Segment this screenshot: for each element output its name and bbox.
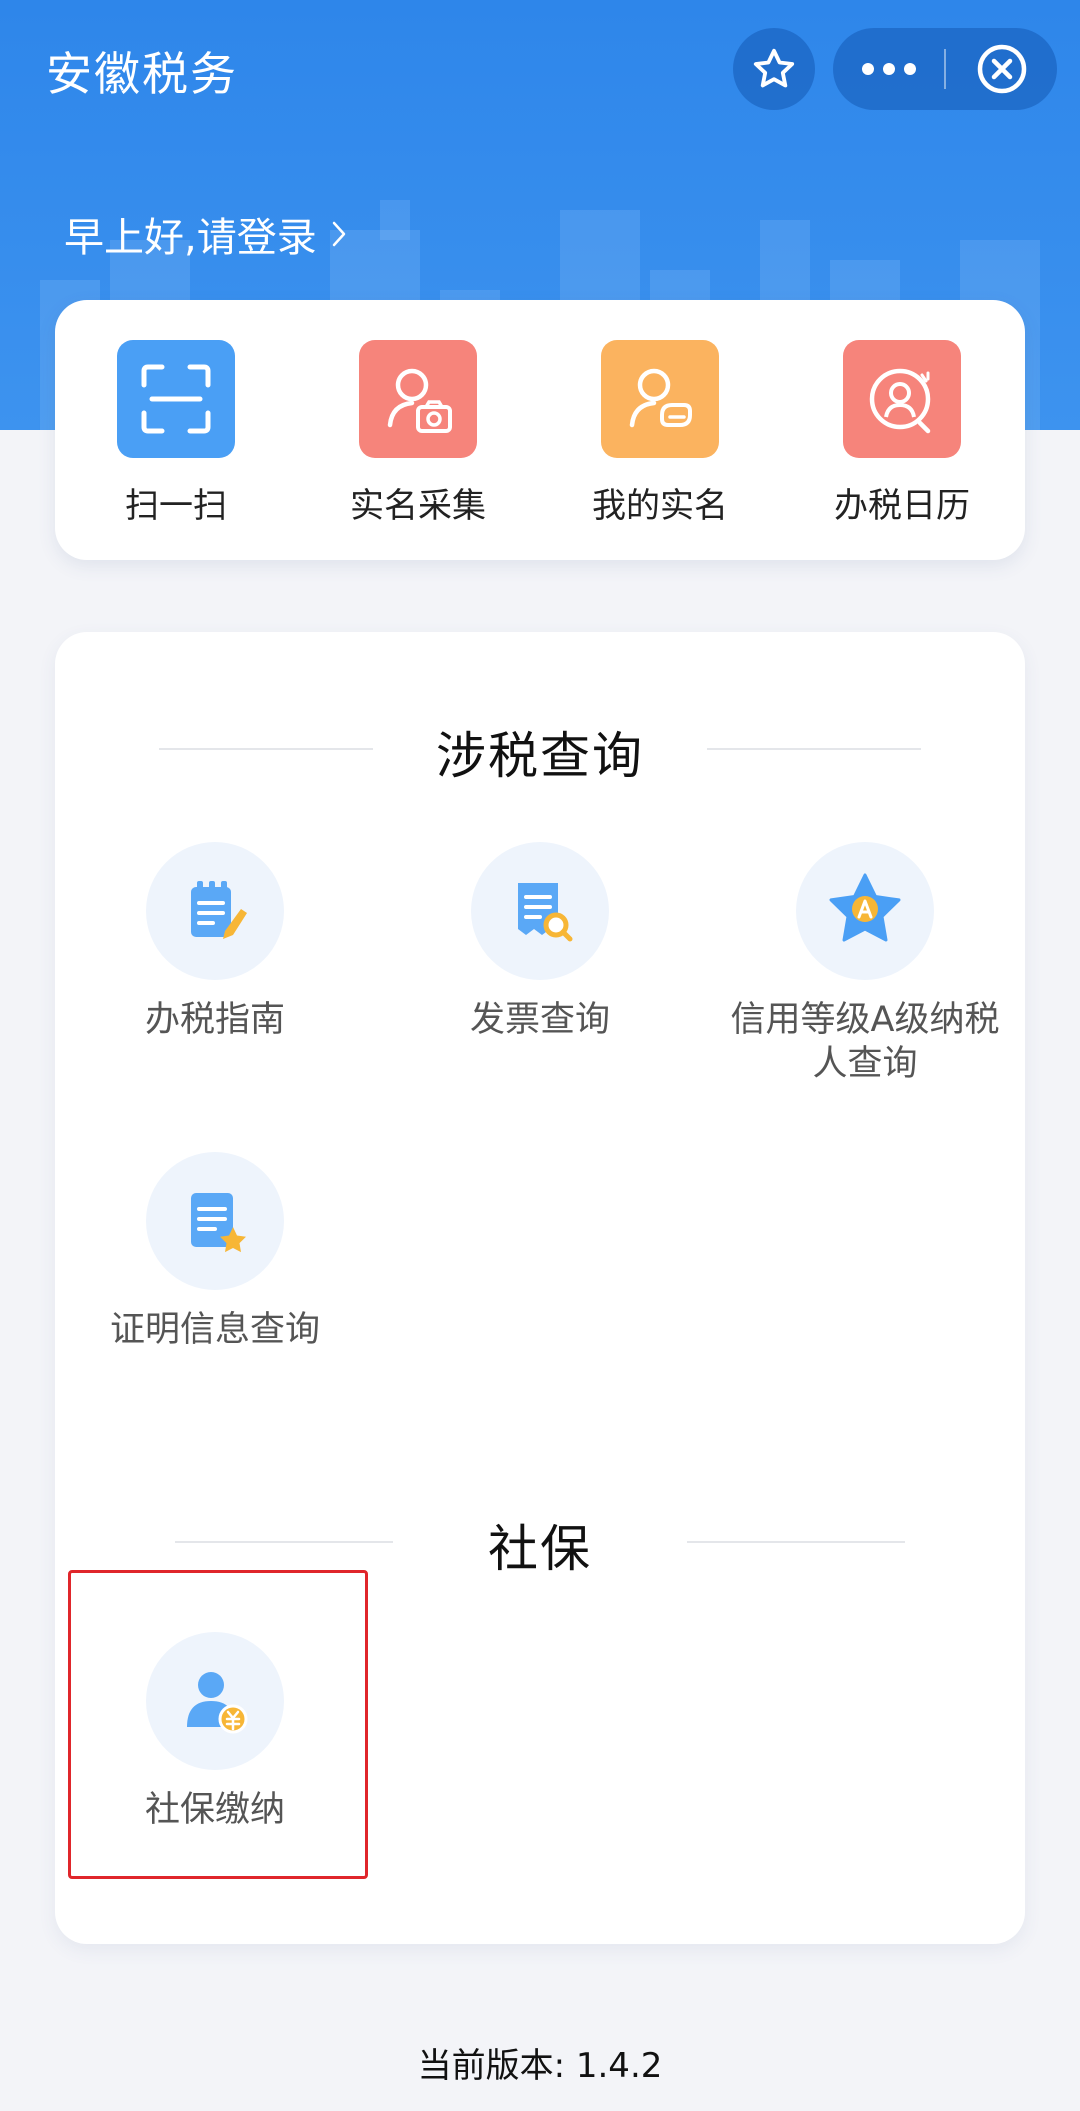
quick-action-label: 我的实名: [592, 486, 728, 526]
version-text: 当前版本: 1.4.2: [417, 2046, 663, 2086]
certificate-icon: [146, 1152, 284, 1290]
quick-action-label: 实名采集: [350, 486, 486, 526]
person-camera-icon: [359, 340, 477, 458]
more-button[interactable]: [833, 28, 944, 110]
scan-icon: [117, 340, 235, 458]
favorite-button[interactable]: [733, 28, 815, 110]
star-icon: [753, 48, 795, 88]
service-label: 办税指南: [144, 1000, 285, 1040]
quick-action-realname-collect[interactable]: 实名采集: [297, 340, 539, 527]
calendar-person-icon: [843, 340, 961, 458]
invoice-search-icon: [471, 842, 609, 980]
app-title: 安徽税务: [46, 47, 238, 101]
credit-star-icon: [796, 842, 934, 980]
service-tax-guide[interactable]: 办税指南: [55, 842, 375, 1042]
section-divider-right: [707, 748, 921, 750]
service-label: 证明信息查询: [109, 1310, 320, 1350]
service-certificate-query[interactable]: 证明信息查询: [55, 1152, 375, 1352]
login-greeting-link[interactable]: 早上好,请登录: [64, 205, 347, 263]
highlight-box: [68, 1570, 368, 1879]
service-credit-a-taxpayer-query[interactable]: 信用等级A级纳税人查询: [705, 842, 1025, 1086]
guide-icon: [146, 842, 284, 980]
section-title-tax-query: 涉税查询: [436, 727, 644, 785]
miniprogram-capsule: [833, 28, 1057, 110]
quick-actions-card: 扫一扫 实名采集 我的实名 办税日历: [55, 300, 1025, 560]
chevron-right-icon: [332, 221, 345, 247]
section-divider-right: [687, 1541, 905, 1543]
greeting-text: 早上好,请登录: [64, 215, 317, 261]
quick-action-label: 办税日历: [834, 486, 970, 526]
service-label: 发票查询: [469, 1000, 610, 1040]
quick-action-tax-calendar[interactable]: 办税日历: [781, 340, 1023, 527]
service-label: 信用等级A级纳税人查询: [730, 1000, 1000, 1084]
person-id-icon: [601, 340, 719, 458]
service-invoice-query[interactable]: 发票查询: [380, 842, 700, 1042]
quick-action-scan[interactable]: 扫一扫: [55, 340, 297, 527]
quick-action-label: 扫一扫: [125, 486, 227, 526]
more-dots-icon: [861, 63, 916, 75]
quick-action-my-realname[interactable]: 我的实名: [539, 340, 781, 527]
close-button[interactable]: [946, 28, 1057, 110]
close-icon: [977, 44, 1026, 94]
